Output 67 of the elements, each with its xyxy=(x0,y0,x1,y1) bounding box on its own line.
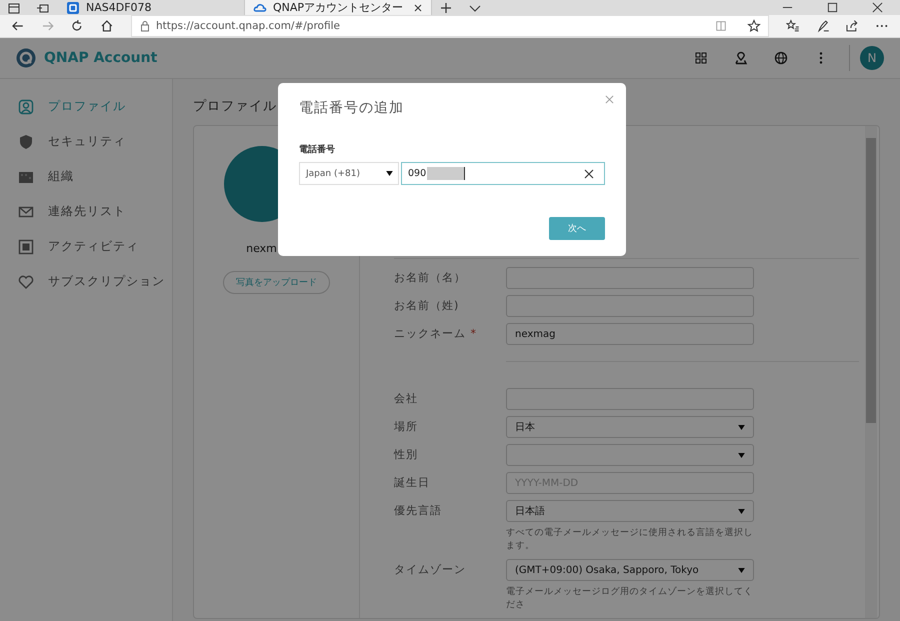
maximize-icon[interactable] xyxy=(827,2,838,13)
sidebar-item[interactable]: アクティビティ xyxy=(0,229,172,264)
close-icon[interactable] xyxy=(872,2,883,13)
person-icon xyxy=(18,98,34,114)
apps-grid-icon[interactable] xyxy=(694,51,708,65)
field-label: 場所 xyxy=(394,419,419,435)
refresh-icon[interactable] xyxy=(70,19,84,33)
phone-input[interactable]: 090 xyxy=(401,162,605,185)
field-label: 電話番号 xyxy=(299,143,336,156)
help-text: 電子メールメッセージログ用のタイムゾーンを選択してくださ xyxy=(506,586,754,612)
star-icon[interactable] xyxy=(747,19,762,33)
sidebar-item[interactable]: サブスクリプション xyxy=(0,264,172,299)
logo-icon xyxy=(16,48,36,68)
dialog-title: 電話番号の追加 xyxy=(299,99,405,117)
field-label: 優先言語 xyxy=(394,503,443,519)
user-avatar[interactable]: N xyxy=(860,46,884,70)
dropdown-arrow-icon xyxy=(738,424,745,430)
browser-tab[interactable]: QNAPアカウントセンター xyxy=(245,0,432,15)
clear-icon[interactable] xyxy=(584,168,594,178)
input-field[interactable] xyxy=(506,295,754,317)
field-label: 会社 xyxy=(394,391,419,407)
app-logo-text: QNAP Account xyxy=(44,50,158,66)
dropdown[interactable]: 日本 xyxy=(506,416,754,438)
heart-icon xyxy=(18,274,34,290)
dropdown-arrow-icon xyxy=(738,452,745,458)
shield-icon xyxy=(18,134,34,150)
input-field[interactable] xyxy=(506,267,754,289)
tab-manager-icon[interactable] xyxy=(7,0,21,14)
field-label: タイムゾーン xyxy=(394,562,467,578)
close-icon[interactable] xyxy=(413,2,423,12)
dropdown[interactable]: 日本語 xyxy=(506,500,754,522)
globe-icon[interactable] xyxy=(774,51,788,65)
upload-photo-button[interactable]: 写真をアップロード xyxy=(223,271,330,294)
help-text: すべての電子メールメッセージに使用される言語を選択します。 xyxy=(506,527,754,553)
field-label: ニックネーム * xyxy=(394,326,478,342)
input-field[interactable] xyxy=(506,388,754,410)
dropdown-arrow-icon xyxy=(738,508,745,514)
dropdown-arrow-icon xyxy=(738,568,745,572)
dropdown-arrow-icon xyxy=(386,171,393,176)
new-tab-icon[interactable] xyxy=(439,0,453,14)
sidebar-item[interactable]: 連絡先リスト xyxy=(0,194,172,229)
share-icon[interactable] xyxy=(845,19,860,33)
book-icon[interactable] xyxy=(715,20,728,32)
favorites-icon[interactable] xyxy=(786,19,800,33)
back-arrow-icon[interactable] xyxy=(11,19,25,33)
sidebar-item[interactable]: 組織 xyxy=(0,159,172,194)
field-label: お名前（名） xyxy=(394,270,467,286)
profile-name: nexm xyxy=(246,242,277,255)
home-icon[interactable] xyxy=(100,19,114,33)
next-button[interactable]: 次へ xyxy=(549,217,605,240)
address-bar[interactable]: https://account.qnap.com/#/profile xyxy=(130,15,770,37)
redaction-bar xyxy=(427,167,464,180)
country-dropdown[interactable]: Japan (+81) xyxy=(299,162,399,185)
app-icon xyxy=(66,0,80,14)
field-label: 誕生日 xyxy=(394,475,431,491)
field-label: お名前（姓) xyxy=(394,298,460,314)
pen-icon[interactable] xyxy=(816,19,830,33)
location-pin-icon[interactable] xyxy=(734,51,748,65)
dropdown[interactable]: (GMT+09:00) Osaka, Sapporo, Tokyo xyxy=(506,559,754,581)
scrollbar[interactable] xyxy=(865,126,877,618)
page-title: プロファイル xyxy=(193,98,277,116)
input-field[interactable]: nexmag xyxy=(506,323,754,345)
sidebar-item[interactable]: プロファイル xyxy=(0,89,172,124)
document-icon xyxy=(18,238,34,254)
lock-icon xyxy=(140,20,150,32)
sidebar-item[interactable]: セキュリティ xyxy=(0,124,172,159)
field-label: 性別 xyxy=(394,447,419,463)
